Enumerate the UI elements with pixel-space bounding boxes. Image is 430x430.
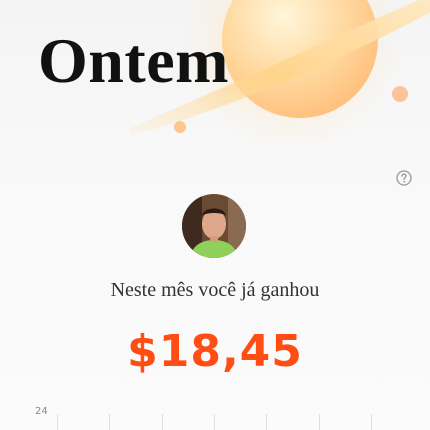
question-circle-icon[interactable] bbox=[396, 170, 412, 186]
page-title: Ontem bbox=[38, 25, 229, 96]
calendar-strip: 24 bbox=[0, 404, 430, 430]
day-divider bbox=[371, 414, 372, 430]
yesterday-earnings-screen: Ontem Neste mês você já ganhou $18,45 24 bbox=[0, 0, 430, 430]
user-avatar bbox=[182, 194, 246, 258]
monthly-earnings-amount: $18,45 bbox=[127, 326, 303, 377]
day-divider bbox=[214, 414, 215, 430]
day-divider bbox=[319, 414, 320, 430]
day-divider bbox=[57, 414, 58, 430]
monthly-earnings-label: Neste mês você já ganhou bbox=[110, 279, 320, 301]
calendar-day-label: 24 bbox=[35, 406, 48, 417]
day-divider bbox=[162, 414, 163, 430]
day-divider bbox=[109, 414, 110, 430]
day-divider bbox=[266, 414, 267, 430]
